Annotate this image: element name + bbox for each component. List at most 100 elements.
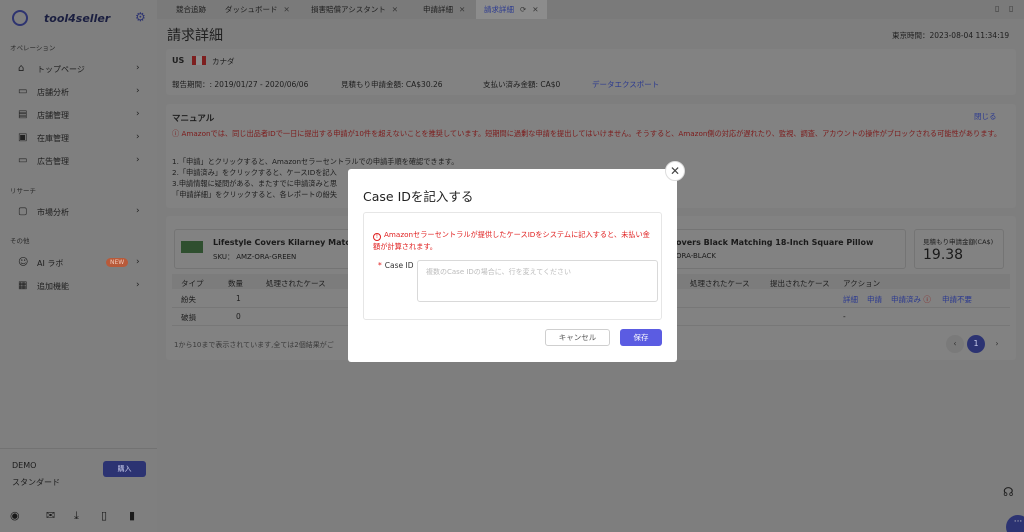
account-plan: スタンダード [12,478,60,487]
collapse-link[interactable]: 閉じる [974,111,997,122]
chevron-right-icon: › [136,206,140,216]
applied-link[interactable]: 申請済み ⓘ [891,294,931,305]
estimate-box: 見積もり申請金額(CA$) 19.38 [914,229,1004,269]
estimate-label: 見積もり申請金額(CA$) [923,238,994,246]
tab-application-detail[interactable]: 申請詳細 ✕ [423,0,465,19]
product-image [181,241,203,253]
section-title-operations: オペレーション [10,44,56,52]
sidebar-item-store-analysis[interactable]: ▭ 店舗分析 › [0,81,157,103]
row-action-empty: - [843,312,846,321]
grid-icon: ▦ [18,280,28,291]
column-header: 処理されたケース [266,279,326,288]
next-page-button[interactable]: › [988,335,1006,353]
country-name: カナダ [212,57,235,66]
tab-competitor[interactable]: 競合追跡 [176,0,206,19]
not-needed-link[interactable]: 申請不要 [942,294,972,305]
column-header: 処理されたケース [690,279,750,288]
column-header: 提出されたケース [770,279,830,288]
sidebar-item-label: 店舗分析 [37,88,69,97]
refresh-icon: ⟳ [520,5,527,14]
gear-icon[interactable]: ⚙ [135,10,146,24]
chevron-right-icon: › [136,155,140,165]
sidebar-item-label: 追加機能 [37,282,69,291]
alert-icon: ! [373,233,381,241]
column-header: アクション [843,279,881,288]
sidebar-item-label: 広告管理 [37,157,69,166]
estimated-amount: 見積もり申請金額: CA$30.26 [341,80,443,89]
sidebar-item-top[interactable]: ⌂ トップページ › [0,58,157,80]
close-icon[interactable]: ✕ [665,161,685,181]
trash-icon[interactable]: ▯ [995,4,999,13]
sidebar-item-market[interactable]: ▢ 市場分析 › [0,201,157,223]
tab-dashboard[interactable]: ダッシュボード ✕ [225,0,290,19]
estimate-value: 19.38 [923,247,964,263]
mail-icon[interactable]: ✉ [46,509,55,522]
tab-claims-assistant[interactable]: 損害賠償アシスタント ✕ [311,0,398,19]
manual-warning: ⓘ Amazonでは、同じ出品者IDで一日に提出する申請が10件を超えないことを… [172,129,1002,138]
market-icon: ▢ [18,206,28,217]
prev-page-button[interactable]: ‹ [946,335,964,353]
chevron-right-icon: › [136,63,140,73]
sidebar-item-ads[interactable]: ▭ 広告管理 › [0,150,157,172]
sidebar-item-label: 市場分析 [37,208,69,217]
buy-button[interactable]: 購入 [103,461,146,477]
mobile-icon[interactable]: ▮ [129,509,135,522]
tokyo-time: 東京時間：2023-08-04 11:34:19 [892,31,1010,40]
manual-title: マニュアル [172,114,215,124]
home-icon: ⌂ [18,63,25,74]
app-name: tool4seller [44,12,111,25]
detail-link[interactable]: 詳細 [843,294,858,305]
modal-title: Case IDを記入する [363,189,474,204]
modal-body: ! Amazonセラーセントラルが提供したケースIDをシステムに記入すると、未払い… [363,212,662,320]
sidebar-item-extra[interactable]: ▦ 追加機能 › [0,275,157,297]
case-id-label: * Case ID [378,261,414,270]
info-icon: ⓘ [923,295,931,304]
save-button[interactable]: 保存 [620,329,662,346]
store-icon: ▤ [18,109,28,120]
monitor-icon: ▭ [18,155,28,166]
more-icon[interactable]: ··· [1006,515,1024,532]
sidebar-item-ai-lab[interactable]: ☺ AI ラボ NEW › [0,252,157,274]
data-export-link[interactable]: データエクスポート [592,79,659,90]
chevron-right-icon: › [136,257,140,267]
chevron-right-icon: › [136,86,140,96]
headset-icon[interactable]: ☊ [1003,485,1014,499]
row-type: 破損 [181,313,196,322]
app-logo[interactable]: tool4seller ⚙ [12,10,152,26]
section-title-research: リサーチ [10,187,36,195]
page-button[interactable]: 1 [967,335,985,353]
sidebar-item-label: 在庫管理 [37,134,69,143]
sidebar-item-inventory[interactable]: ▣ 在庫管理 › [0,127,157,149]
info-card: US カナダ 報告期間：: 2019/01/27 - 2020/06/06 見積… [166,49,1016,95]
product-sku: ORA-BLACK [676,252,717,260]
account-name: DEMO [12,461,37,470]
account-panel: DEMO スタンダード 購入 ◉ ✉ ⤓ ▯ ▮ [0,448,157,532]
copy-icon[interactable]: ▯ [1009,4,1013,13]
chevron-right-icon: › [136,132,140,142]
close-icon: ✕ [283,5,290,14]
case-id-input[interactable] [417,260,658,302]
user-avatar-icon[interactable]: ◉ [10,509,20,522]
chevron-right-icon: › [136,280,140,290]
page-title: 請求詳細 [167,28,223,44]
sidebar: tool4seller ⚙ オペレーション ⌂ トップページ › ▭ 店舗分析 … [0,0,157,532]
document-icon[interactable]: ▯ [101,509,107,522]
sidebar-item-store-management[interactable]: ▤ 店舗管理 › [0,104,157,126]
column-header: タイプ [181,279,204,288]
modal-alert: ! Amazonセラーセントラルが提供したケースIDをシステムに記入すると、未払い… [373,230,650,251]
product-sku: SKU： AMZ-ORA-GREEN [213,253,297,261]
chart-monitor-icon: ▭ [18,86,28,97]
apply-link[interactable]: 申請 [867,294,882,305]
row-qty: 1 [236,294,241,303]
section-title-other: その他 [10,237,30,245]
tab-claim-detail[interactable]: 請求詳細 ⟳ ✕ [476,0,547,19]
cancel-button[interactable]: キャンセル [545,329,610,346]
row-type: 紛失 [181,295,196,304]
close-icon: ✕ [459,5,466,14]
download-icon[interactable]: ⤓ [74,509,79,523]
product-title: overs Black Matching 18-Inch Square Pill… [676,238,874,247]
canada-flag-icon [192,56,206,65]
pagination-summary: 1から10まで表示されています,全ては2個結果がご [174,341,334,349]
logo-icon [12,10,28,26]
sidebar-item-label: 店舗管理 [37,111,69,120]
